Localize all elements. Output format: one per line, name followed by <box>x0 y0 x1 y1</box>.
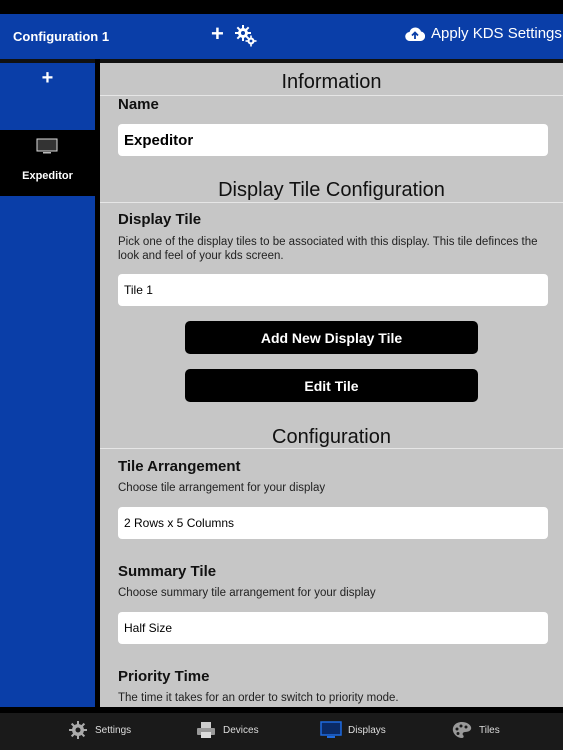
name-label: Name <box>118 96 159 113</box>
name-field[interactable]: Expeditor <box>118 124 548 156</box>
tab-displays[interactable]: Displays <box>320 721 386 739</box>
tab-tiles-label: Tiles <box>479 724 500 736</box>
display-settings-panel[interactable]: Information Name Expeditor Display Tile … <box>100 63 563 707</box>
apply-kds-settings-button[interactable]: Apply KDS Settings <box>405 25 562 42</box>
section-divider <box>100 448 563 449</box>
configuration-title[interactable]: Configuration 1 <box>13 29 109 44</box>
palette-icon <box>452 722 472 738</box>
gears-icon[interactable] <box>235 25 257 47</box>
section-header-information: Information <box>281 71 382 93</box>
section-divider <box>100 95 563 96</box>
apply-kds-settings-label: Apply KDS Settings <box>431 25 562 42</box>
sidebar-item-label: Expeditor <box>22 170 73 182</box>
edit-tile-button[interactable]: Edit Tile <box>185 369 478 402</box>
tab-devices[interactable]: Devices <box>195 721 259 739</box>
monitor-icon <box>320 721 342 738</box>
add-configuration-icon[interactable]: + <box>211 23 224 45</box>
summary-tile-description: Choose summary tile arrangement for your… <box>118 587 376 599</box>
priority-time-description: The time it takes for an order to switch… <box>118 692 399 704</box>
sidebar-item-expeditor[interactable]: Expeditor <box>0 130 95 196</box>
tab-devices-label: Devices <box>223 724 259 736</box>
add-new-display-tile-button[interactable]: Add New Display Tile <box>185 321 478 354</box>
summary-tile-field[interactable]: Half Size <box>118 612 548 644</box>
tile-arrangement-description: Choose tile arrangement for your display <box>118 482 326 494</box>
tab-settings-label: Settings <box>95 724 132 736</box>
status-bar <box>0 0 563 14</box>
nav-bar: Configuration 1 + Apply KDS Settings <box>0 14 563 59</box>
monitor-icon <box>36 138 58 154</box>
tile-arrangement-label: Tile Arrangement <box>118 458 241 475</box>
cloud-upload-icon <box>405 26 425 41</box>
section-header-configuration: Configuration <box>272 426 391 448</box>
tile-arrangement-field[interactable]: 2 Rows x 5 Columns <box>118 507 548 539</box>
tab-settings[interactable]: Settings <box>67 721 131 739</box>
display-tile-description: Pick one of the display tiles to be asso… <box>118 236 538 262</box>
section-header-display-tile-configuration: Display Tile Configuration <box>218 179 445 201</box>
priority-time-label: Priority Time <box>118 668 210 685</box>
display-tile-label: Display Tile <box>118 211 202 228</box>
section-divider <box>100 202 563 203</box>
printer-icon <box>197 722 215 738</box>
display-tile-field[interactable]: Tile 1 <box>118 274 548 306</box>
summary-tile-label: Summary Tile <box>118 563 217 580</box>
add-display-icon[interactable]: + <box>0 67 95 90</box>
gear-icon <box>69 721 87 739</box>
tab-tiles[interactable]: Tiles <box>451 721 500 739</box>
tab-bar: Settings Devices Displays Tiles <box>0 713 563 750</box>
tab-displays-label: Displays <box>348 724 386 736</box>
sidebar: + Expeditor <box>0 63 95 707</box>
